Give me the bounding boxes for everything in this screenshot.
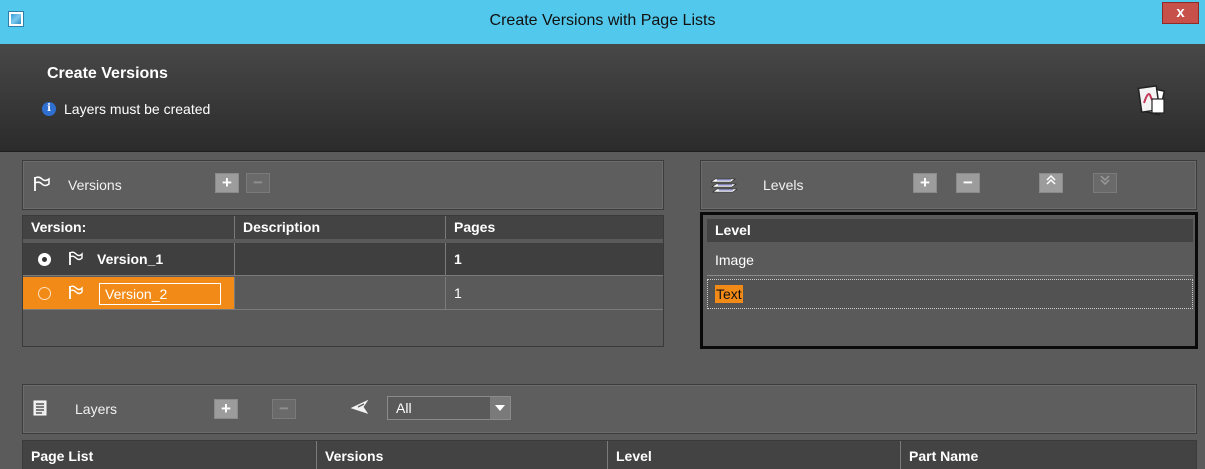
table-row[interactable]: Version_1 1 — [23, 243, 663, 276]
table-row[interactable]: Image — [707, 245, 1193, 276]
header-title: Create Versions — [47, 65, 168, 82]
pdf-documents-icon — [1137, 85, 1166, 116]
filter-icon — [351, 399, 369, 414]
version-radio[interactable] — [38, 287, 51, 300]
version-pages: 1 — [454, 285, 462, 301]
version-name: Version_1 — [97, 251, 164, 267]
level-name: Image — [715, 252, 754, 268]
flag-icon — [69, 251, 83, 265]
column-level[interactable]: Level — [608, 441, 901, 469]
remove-level-button[interactable]: − — [956, 173, 980, 193]
levels-label: Levels — [763, 177, 804, 193]
versions-table: Version: Description Pages Version_1 1 V… — [22, 215, 664, 347]
close-button[interactable]: x — [1162, 2, 1199, 24]
info-icon: i — [42, 102, 56, 116]
column-versions[interactable]: Versions — [317, 441, 608, 469]
version-name-cell: Version_1 — [23, 243, 235, 275]
table-row[interactable]: Version_2 1 — [23, 277, 663, 310]
title-bar: Create Versions with Page Lists x — [0, 0, 1205, 44]
version-pages: 1 — [454, 251, 462, 267]
level-name: Text — [715, 285, 743, 303]
move-level-up-button[interactable] — [1039, 173, 1063, 193]
column-version[interactable]: Version: — [23, 216, 235, 239]
versions-label: Versions — [68, 177, 122, 193]
version-name-input[interactable]: Version_2 — [99, 283, 221, 305]
flag-icon — [34, 176, 50, 191]
remove-layer-button[interactable]: − — [272, 399, 296, 419]
document-list-icon — [33, 400, 47, 416]
levels-icon — [711, 178, 737, 193]
column-description[interactable]: Description — [235, 216, 446, 239]
version-name-cell: Version_2 — [23, 277, 235, 309]
layers-panel-header: Layers + − — [22, 384, 1197, 434]
dialog-header: Create Versions i Layers must be created — [0, 44, 1205, 152]
versions-panel-header: Versions + − — [22, 160, 664, 210]
versions-table-header: Version: Description Pages — [23, 216, 663, 239]
table-row[interactable]: Text — [707, 279, 1193, 309]
add-version-button[interactable]: + — [215, 173, 239, 193]
layer-filter-select[interactable]: All — [387, 396, 511, 420]
remove-version-button[interactable]: − — [246, 173, 270, 193]
info-text: Layers must be created — [64, 101, 211, 117]
version-description — [235, 243, 446, 275]
add-layer-button[interactable]: + — [214, 399, 238, 419]
column-page-list[interactable]: Page List — [23, 441, 317, 469]
info-message: i Layers must be created — [42, 101, 210, 117]
chevron-down-icon[interactable] — [490, 397, 510, 419]
window-title: Create Versions with Page Lists — [489, 12, 716, 29]
column-pages[interactable]: Pages — [446, 216, 663, 239]
levels-panel-header: Levels + − — [700, 160, 1197, 210]
version-radio[interactable] — [38, 253, 51, 266]
version-description — [235, 277, 446, 309]
chevron-double-up-icon — [1046, 174, 1056, 185]
levels-table-header: Level — [707, 219, 1193, 242]
levels-table: Level Image Text — [700, 212, 1198, 349]
layers-label: Layers — [75, 401, 118, 417]
layers-table-header: Page List Versions Level Part Name — [23, 441, 1196, 469]
add-level-button[interactable]: + — [913, 173, 937, 193]
layers-table: Page List Versions Level Part Name — [22, 440, 1197, 469]
flag-icon — [69, 285, 83, 299]
chevron-double-down-icon — [1100, 175, 1110, 186]
layer-filter-value: All — [396, 400, 412, 416]
column-level[interactable]: Level — [707, 219, 1193, 242]
move-level-down-button[interactable] — [1093, 173, 1117, 193]
column-part-name[interactable]: Part Name — [901, 441, 1196, 469]
